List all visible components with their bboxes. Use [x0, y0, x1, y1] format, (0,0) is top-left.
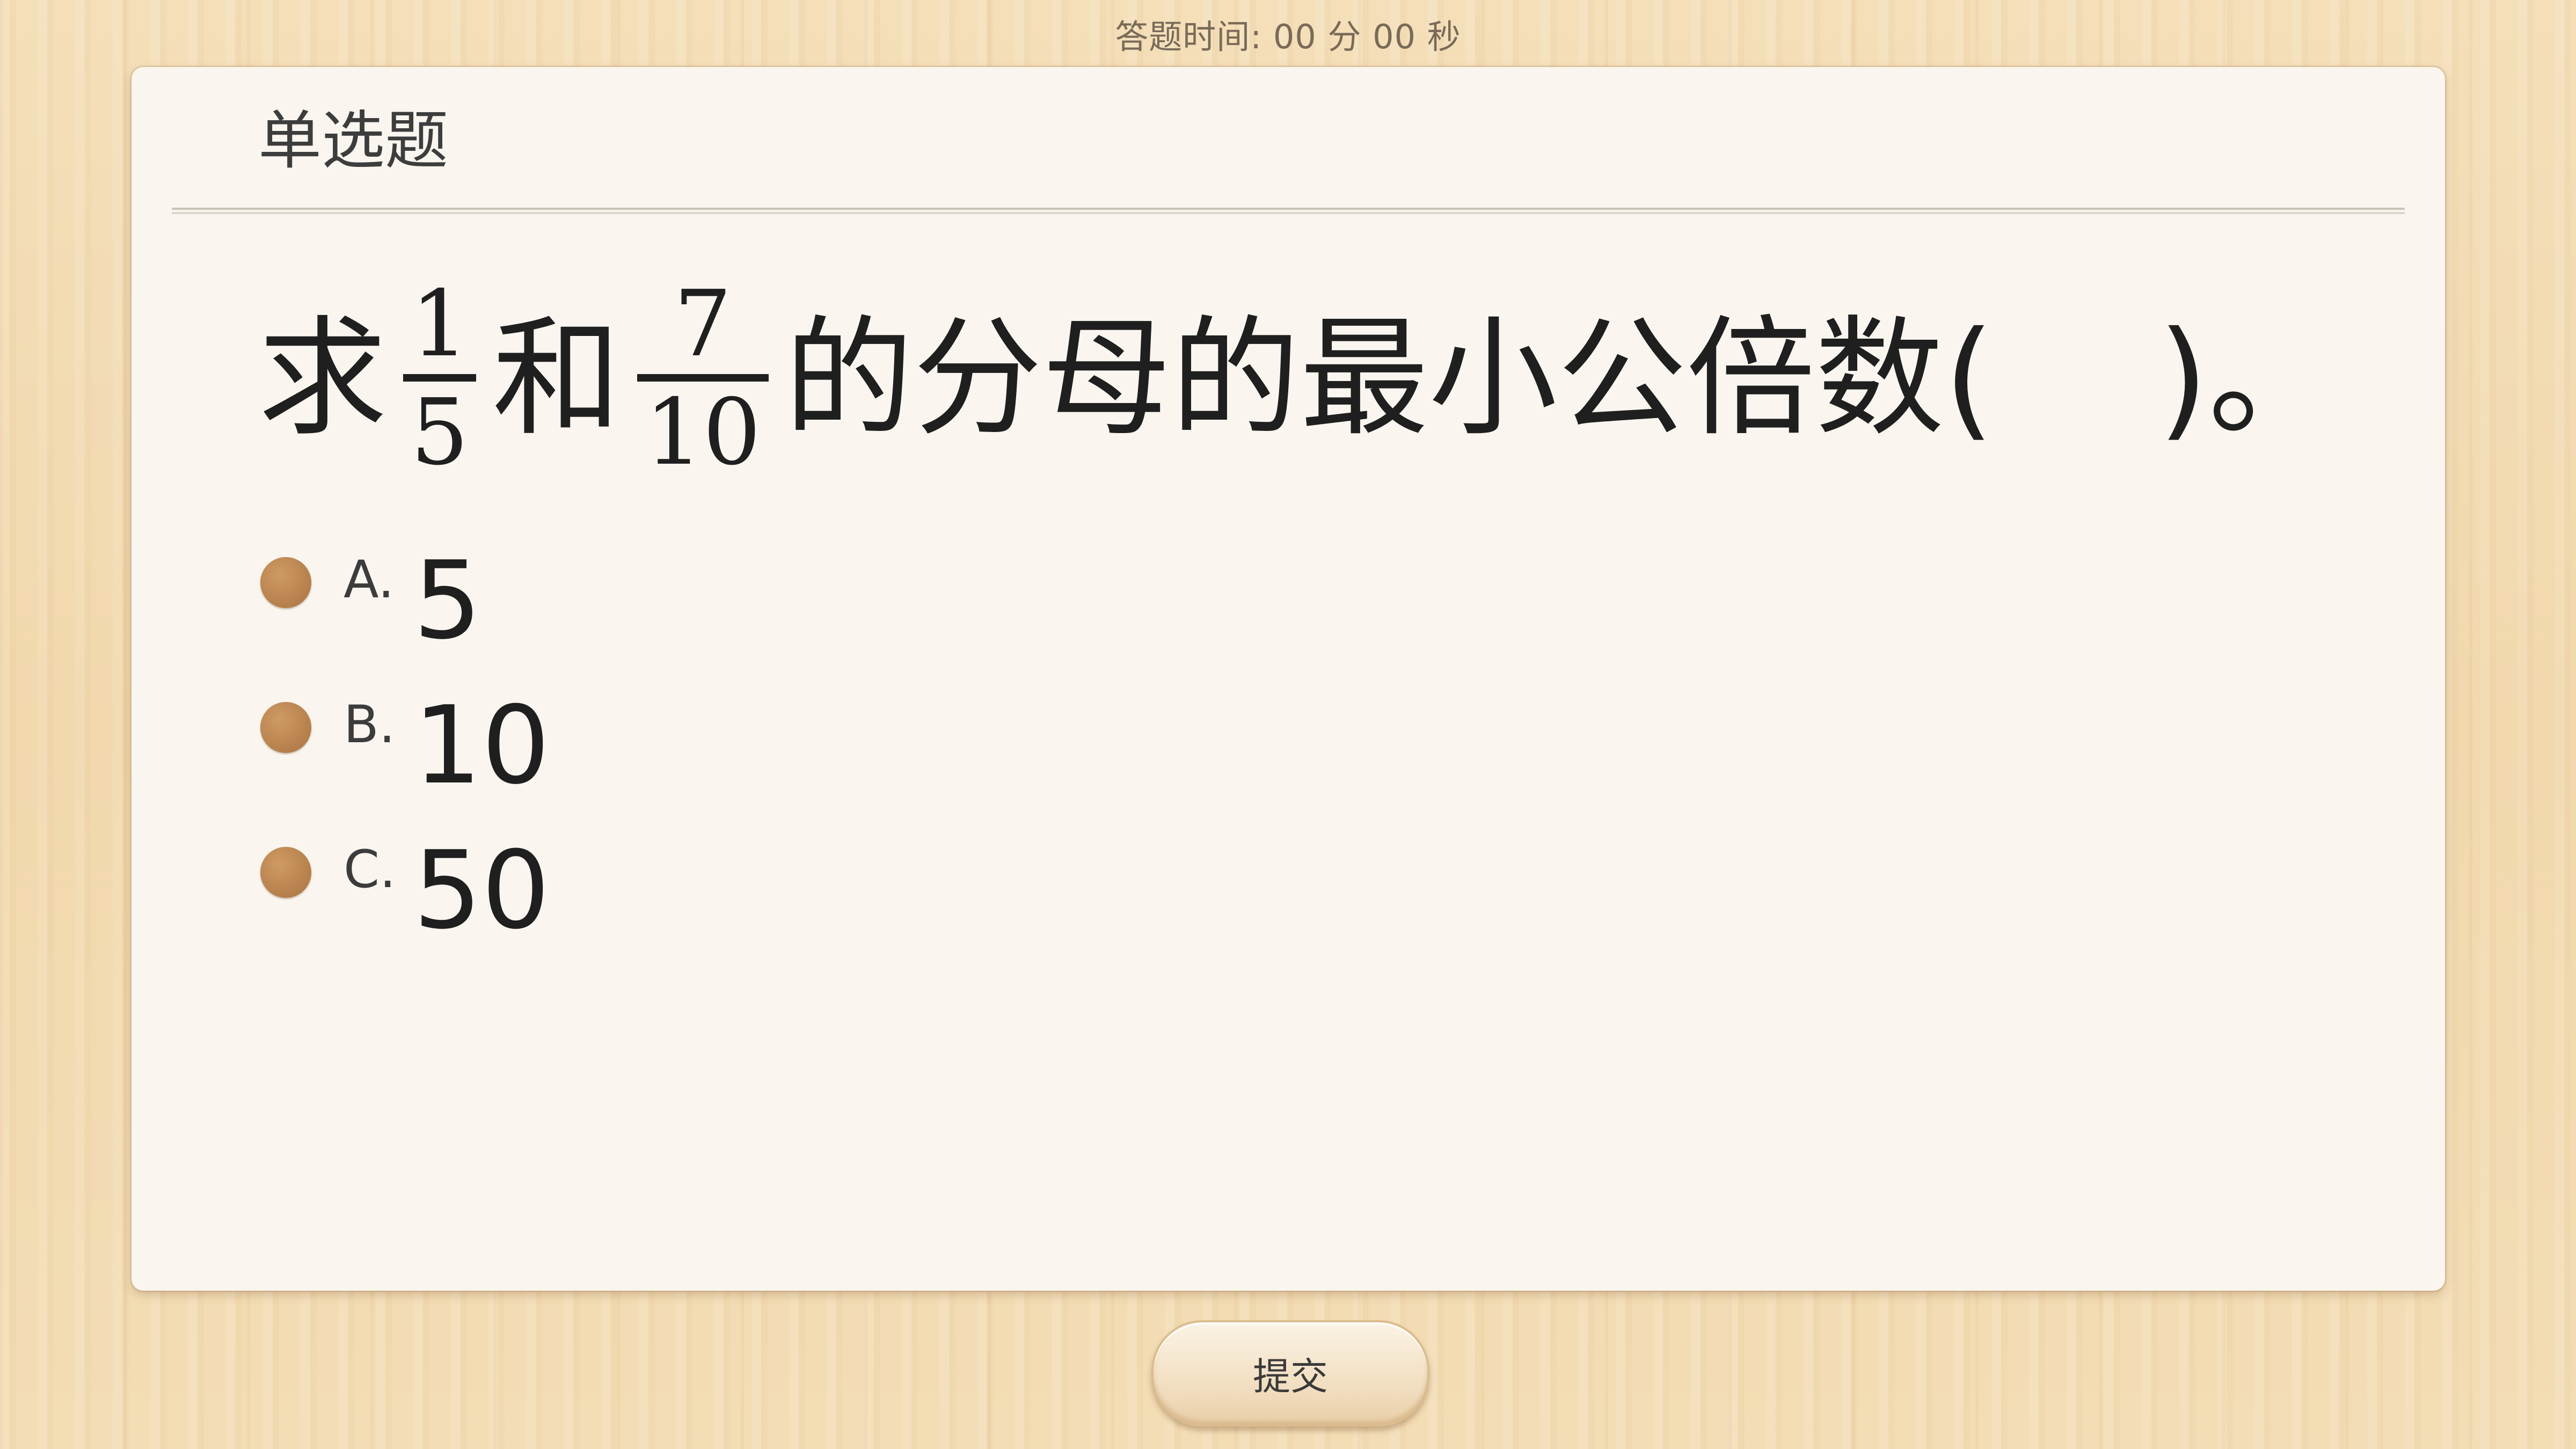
option-value: 10 [413, 683, 550, 808]
answer-options: A. 5 B. 10 C. 50 [260, 529, 550, 963]
option-letter: C. [344, 839, 396, 899]
radio-icon[interactable] [260, 846, 311, 898]
option-letter: A. [344, 550, 395, 610]
option-value: 5 [413, 538, 482, 663]
radio-icon[interactable] [260, 701, 311, 753]
fraction-numerator: 1 [411, 271, 469, 377]
question-suffix: 的分母的最小公倍数( )。 [784, 303, 2337, 453]
question-prefix: 求 [258, 303, 388, 453]
option-c[interactable]: C. 50 [260, 818, 550, 963]
question-card: 单选题 求 1 5 和 7 10 的分母的最小公倍数( )。 A. 5 B. 1… [132, 67, 2445, 1291]
question-type-label: 单选题 [258, 104, 449, 178]
submit-button[interactable]: 提交 [1151, 1320, 1429, 1426]
radio-icon[interactable] [260, 557, 311, 608]
answer-timer: 答题时间: 00 分 00 秒 [1115, 17, 1461, 56]
header-divider [172, 208, 2405, 210]
question-connector: 和 [492, 303, 622, 453]
option-letter: B. [344, 694, 396, 755]
question-text: 求 1 5 和 7 10 的分母的最小公倍数( )。 [258, 228, 2337, 529]
fraction-denominator: 10 [645, 379, 761, 486]
option-b[interactable]: B. 10 [260, 674, 550, 818]
option-a[interactable]: A. 5 [260, 529, 550, 674]
fraction-one-fifth: 1 5 [403, 271, 477, 486]
fraction-denominator: 5 [411, 379, 469, 486]
fraction-seven-tenths: 7 10 [637, 271, 769, 486]
option-value: 50 [413, 828, 550, 953]
fraction-numerator: 7 [674, 271, 732, 377]
